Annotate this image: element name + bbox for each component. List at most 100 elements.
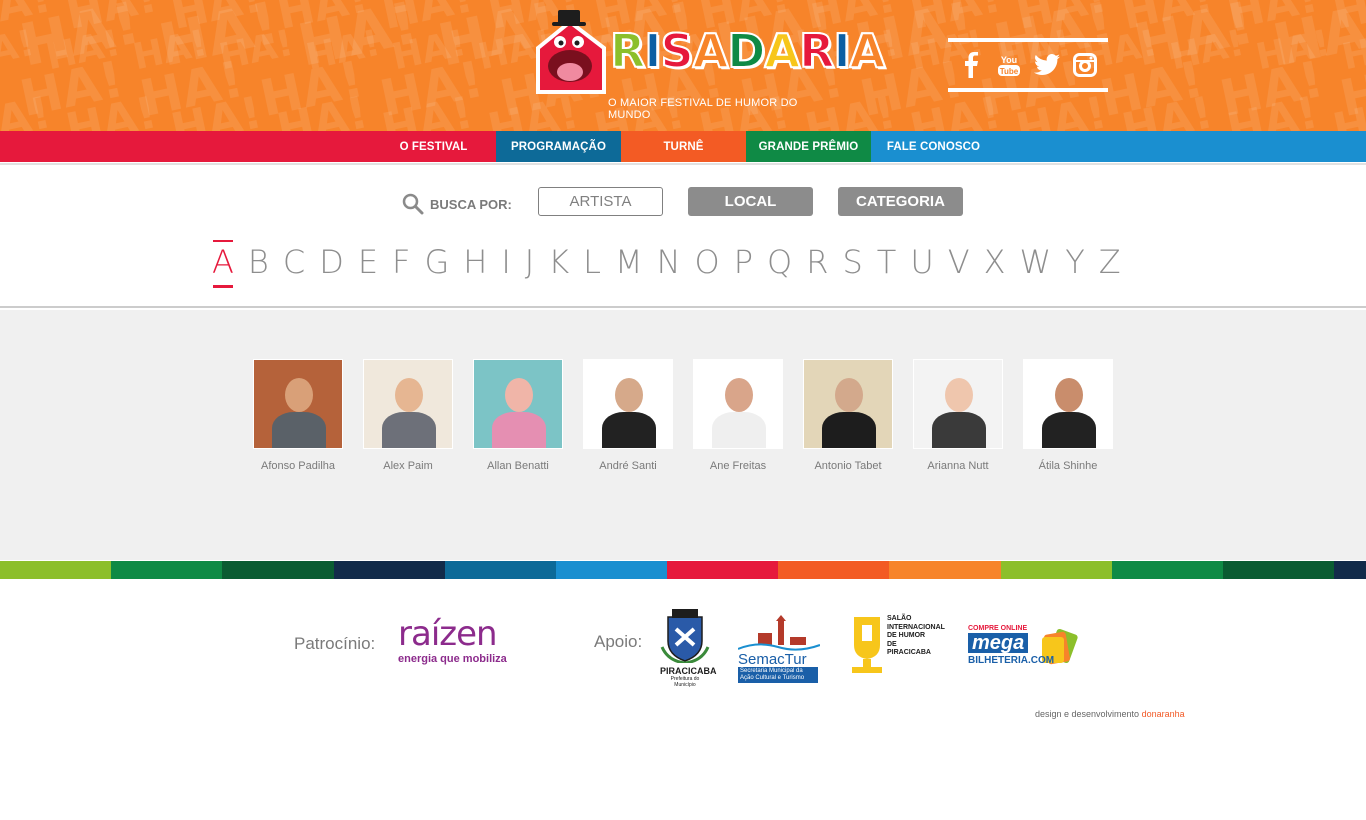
letter-s[interactable]: S xyxy=(835,238,869,286)
artist-card[interactable]: Antonio Tabet xyxy=(793,359,903,472)
letter-h[interactable]: H xyxy=(456,238,494,286)
artist-photo xyxy=(913,359,1003,449)
letter-y[interactable]: Y xyxy=(1058,238,1092,286)
filter-categoria-button[interactable]: CATEGORIA xyxy=(838,187,963,216)
artist-name[interactable]: Arianna Nutt xyxy=(903,460,1013,472)
semactur-sub: Secretaria Municipal da Ação Cultural e … xyxy=(738,667,818,683)
letter-o[interactable]: O xyxy=(688,238,727,286)
risadaria-logo[interactable]: RISADARIA O MAIOR FESTIVAL DE HUMOR DO M… xyxy=(530,8,886,121)
letter-n[interactable]: N xyxy=(650,238,688,286)
nav-item-programacao[interactable]: PROGRAMAÇÃO xyxy=(496,131,621,162)
artist-card[interactable]: Arianna Nutt xyxy=(903,359,1013,472)
artist-card[interactable]: André Santi xyxy=(573,359,683,472)
stripe-segment xyxy=(555,561,668,579)
piracicaba-crest-icon xyxy=(660,609,710,665)
artist-photo-torso xyxy=(712,412,766,448)
social-links: You Tube xyxy=(948,38,1108,92)
artist-name[interactable]: Átila Shinhe xyxy=(1013,460,1123,472)
raizen-logo[interactable]: raízen energia que mobiliza xyxy=(398,617,507,665)
artist-name[interactable]: André Santi xyxy=(573,460,683,472)
artist-name[interactable]: Ane Freitas xyxy=(683,460,793,472)
letter-z[interactable]: Z xyxy=(1092,238,1128,286)
stripe-segment xyxy=(889,561,1001,579)
stripe-segment xyxy=(778,561,890,579)
site-header: HA! HA! HA! HA! HA! HA! HA! HA! HA! HA! HA! HA! HA! H… xyxy=(0,0,1366,131)
credit-link[interactable]: donaranha xyxy=(1142,709,1185,719)
facebook-icon[interactable] xyxy=(958,52,984,78)
letter-u[interactable]: U xyxy=(903,238,940,286)
semactur-logo[interactable]: SemacTur Secretaria Municipal da Ação Cu… xyxy=(737,615,821,683)
artist-photo-head xyxy=(505,378,533,412)
logo-letter: R xyxy=(609,24,646,78)
stripe-segment xyxy=(1000,561,1112,579)
main-nav: O FESTIVAL PROGRAMAÇÃO TURNÊ GRANDE PRÊM… xyxy=(0,131,1366,162)
artist-name[interactable]: Alex Paim xyxy=(353,460,463,472)
credit-text: design e desenvolvimento xyxy=(1035,709,1140,719)
letter-r[interactable]: R xyxy=(799,238,835,286)
letter-x[interactable]: X xyxy=(977,238,1013,286)
letter-i[interactable]: I xyxy=(494,238,517,286)
search-panel: BUSCA POR: ARTISTA LOCAL CATEGORIA ABCDE… xyxy=(0,165,1366,308)
search-by-label: BUSCA POR: xyxy=(430,196,512,212)
letter-v[interactable]: V xyxy=(941,238,977,286)
nav-item-fale-conosco[interactable]: FALE CONOSCO xyxy=(871,131,996,162)
nav-item-grande-premio[interactable]: GRANDE PRÊMIO xyxy=(746,131,871,162)
nav-item-o-festival[interactable]: O FESTIVAL xyxy=(371,131,496,162)
artist-card[interactable]: Afonso Padilha xyxy=(243,359,353,472)
stripe-segment xyxy=(333,561,445,579)
artist-photo-head xyxy=(725,378,753,412)
patrocinio-label: Patrocínio: xyxy=(294,634,376,653)
artist-photo xyxy=(253,359,343,449)
letter-f[interactable]: F xyxy=(385,238,417,286)
artist-name[interactable]: Allan Benatti xyxy=(463,460,573,472)
mega-top: COMPRE ONLINE xyxy=(968,625,1028,632)
letter-e[interactable]: E xyxy=(351,238,385,286)
nav-item-turne[interactable]: TURNÊ xyxy=(621,131,746,162)
letter-w[interactable]: W xyxy=(1013,238,1059,286)
stripe-segment xyxy=(222,561,334,579)
letter-j[interactable]: J xyxy=(518,238,541,286)
developer-credit: design e desenvolvimento donaranha xyxy=(1035,709,1185,719)
megabilheteria-logo[interactable]: COMPRE ONLINE mega BILHETERIA.COM xyxy=(968,625,1080,673)
artist-photo xyxy=(693,359,783,449)
letter-a[interactable]: A xyxy=(205,238,241,288)
artist-photo-head xyxy=(395,378,423,412)
artist-card[interactable]: Allan Benatti xyxy=(463,359,573,472)
letter-d[interactable]: D xyxy=(312,238,351,286)
youtube-icon[interactable]: You Tube xyxy=(996,52,1022,78)
stripe-segment xyxy=(111,561,223,579)
twitter-icon[interactable] xyxy=(1034,52,1060,78)
artist-card[interactable]: Ane Freitas xyxy=(683,359,793,472)
artist-card[interactable]: Alex Paim xyxy=(353,359,463,472)
salao-humor-logo[interactable]: SALÃO INTERNACIONAL DE HUMOR DE PIRACICA… xyxy=(850,615,945,677)
letter-p[interactable]: P xyxy=(727,238,760,286)
filter-artista-button[interactable]: ARTISTA xyxy=(538,187,663,216)
stripe-segment xyxy=(444,561,556,579)
artist-photo xyxy=(473,359,563,449)
stripe-segment xyxy=(667,561,779,579)
letter-g[interactable]: G xyxy=(417,238,456,286)
letter-l[interactable]: L xyxy=(576,238,608,286)
letter-t[interactable]: T xyxy=(870,238,904,286)
letter-c[interactable]: C xyxy=(276,238,312,286)
artist-name[interactable]: Antonio Tabet xyxy=(793,460,903,472)
artist-card[interactable]: Átila Shinhe xyxy=(1013,359,1123,472)
artist-name[interactable]: Afonso Padilha xyxy=(243,460,353,472)
piracicaba-title: PIRACICABA xyxy=(660,666,717,676)
filter-local-button[interactable]: LOCAL xyxy=(688,187,813,216)
mega-title: mega xyxy=(968,633,1029,653)
apoio-label: Apoio: xyxy=(594,632,643,651)
letter-q[interactable]: Q xyxy=(760,238,799,286)
piracicaba-sub: Prefeitura do Município xyxy=(670,676,700,688)
letter-k[interactable]: K xyxy=(541,238,576,286)
salao-trophy-icon xyxy=(852,617,882,673)
instagram-icon[interactable] xyxy=(1072,52,1098,78)
stripe-segment xyxy=(1111,561,1223,579)
stripe-segment xyxy=(1334,561,1366,579)
piracicaba-logo[interactable]: PIRACICABA Prefeitura do Município xyxy=(660,607,717,688)
letter-b[interactable]: B xyxy=(241,238,276,286)
artist-photo-torso xyxy=(932,412,986,448)
letter-m[interactable]: M xyxy=(608,238,650,286)
logo-letter: I xyxy=(643,24,662,78)
nav-right-fill xyxy=(996,131,1366,162)
